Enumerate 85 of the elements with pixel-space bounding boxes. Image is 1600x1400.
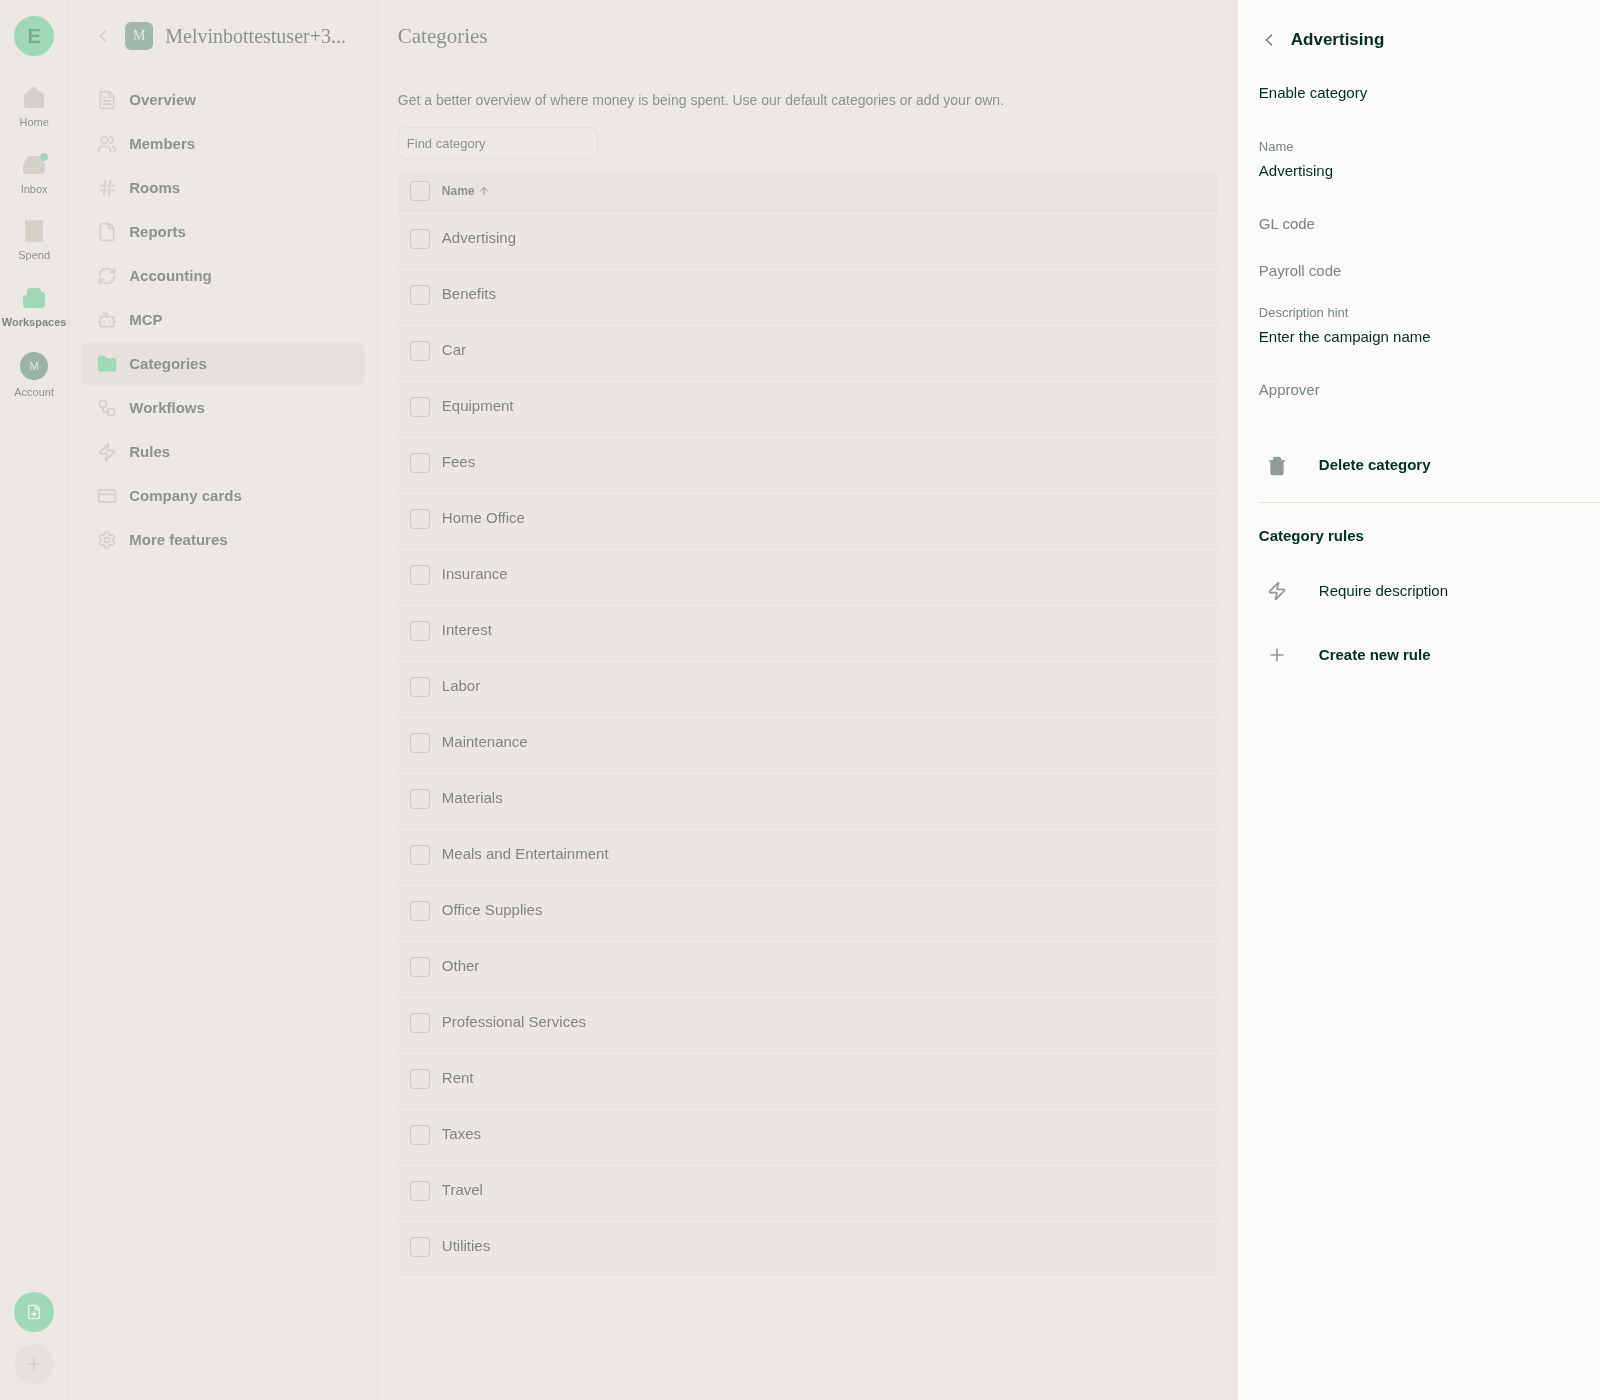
checkbox[interactable] bbox=[409, 284, 430, 305]
checkbox[interactable] bbox=[409, 620, 430, 641]
workspace-avatar: M bbox=[125, 22, 154, 50]
checkbox[interactable] bbox=[409, 1124, 430, 1145]
sidebar-item[interactable]: Company cards bbox=[81, 474, 365, 518]
category-name: Equipment bbox=[441, 396, 514, 417]
enable-category-label: Enable category bbox=[1258, 83, 1369, 103]
category-name: Fees bbox=[441, 452, 476, 473]
rail-item[interactable]: Spend bbox=[0, 219, 69, 264]
sidebar-item[interactable]: MCP bbox=[81, 298, 365, 342]
create-rule-button[interactable]: Create new rule bbox=[1258, 623, 1600, 687]
checkbox[interactable] bbox=[409, 340, 430, 361]
page-description: Get a better overview of where money is being spent. Use our default categories or add your own. bbox=[397, 91, 1005, 110]
nav-icon bbox=[97, 530, 118, 550]
checkbox[interactable] bbox=[409, 844, 430, 865]
category-name: Utilities bbox=[441, 1236, 491, 1257]
panel-title: Advertising bbox=[1290, 29, 1385, 52]
delete-category-button[interactable]: Delete category bbox=[1258, 441, 1439, 490]
nav-icon bbox=[97, 266, 118, 286]
category-name: Other bbox=[441, 956, 480, 977]
checkbox[interactable] bbox=[409, 788, 430, 809]
sidebar-item[interactable]: Accounting bbox=[81, 254, 365, 298]
category-name: Professional Services bbox=[441, 1012, 587, 1033]
checkbox[interactable] bbox=[409, 564, 430, 585]
category-name: Rent bbox=[441, 1068, 474, 1089]
rule-item[interactable]: Require description bbox=[1258, 559, 1600, 623]
nav-icon bbox=[97, 486, 118, 506]
nav-icon bbox=[97, 310, 118, 330]
receipt-plus-icon bbox=[26, 1304, 43, 1320]
add-button[interactable] bbox=[14, 1344, 55, 1384]
nav-icon bbox=[97, 134, 118, 154]
column-header[interactable]: Name bbox=[441, 181, 491, 200]
rail-item[interactable]: Inbox bbox=[0, 152, 69, 197]
nav-icon bbox=[97, 398, 118, 418]
checkbox[interactable] bbox=[409, 900, 430, 921]
category-name: Materials bbox=[441, 788, 503, 809]
checkbox[interactable] bbox=[409, 508, 430, 529]
nav-icon bbox=[97, 442, 118, 462]
section-title: Category rules bbox=[1258, 525, 1365, 546]
category-name: Car bbox=[441, 340, 466, 361]
rail-item[interactable]: M Account bbox=[0, 352, 69, 401]
page-title: Categories bbox=[397, 23, 489, 50]
category-name: Travel bbox=[441, 1180, 483, 1201]
sidebar-item[interactable]: Members bbox=[81, 122, 365, 166]
checkbox[interactable] bbox=[409, 180, 430, 201]
lightning-icon bbox=[1266, 581, 1287, 601]
category-name: Interest bbox=[441, 620, 492, 641]
checkbox[interactable] bbox=[409, 1068, 430, 1089]
sidebar-item[interactable]: Workflows bbox=[81, 386, 365, 430]
checkbox[interactable] bbox=[409, 1012, 430, 1033]
workspace-name: Melvinbottestuser+3... bbox=[165, 24, 346, 49]
category-name: Home Office bbox=[441, 508, 525, 529]
avatar: M bbox=[20, 352, 49, 380]
nav-icon bbox=[97, 90, 118, 110]
trash-icon bbox=[1266, 455, 1287, 476]
category-name: Maintenance bbox=[441, 732, 528, 753]
category-name: Office Supplies bbox=[441, 900, 543, 921]
checkbox[interactable] bbox=[409, 228, 430, 249]
sidebar-item[interactable]: Rules bbox=[81, 430, 365, 474]
rail-item[interactable]: Workspaces bbox=[0, 285, 69, 330]
category-name: Benefits bbox=[441, 284, 496, 305]
category-name: Advertising bbox=[441, 228, 516, 249]
checkbox[interactable] bbox=[409, 396, 430, 417]
rail-item[interactable]: Home bbox=[0, 86, 69, 131]
sidebar-item[interactable]: Rooms bbox=[81, 166, 365, 210]
rail-icon bbox=[22, 86, 47, 110]
rail-icon bbox=[22, 285, 47, 310]
category-name: Taxes bbox=[441, 1124, 481, 1145]
sidebar-item[interactable]: More features bbox=[81, 518, 365, 562]
search-field[interactable]: Find category bbox=[397, 127, 598, 159]
nav-icon bbox=[97, 354, 118, 374]
sidebar-item[interactable]: Overview bbox=[81, 78, 365, 122]
new-expense-button[interactable] bbox=[14, 1292, 55, 1332]
category-name: Labor bbox=[441, 676, 481, 697]
checkbox[interactable] bbox=[409, 1236, 430, 1257]
checkbox[interactable] bbox=[409, 452, 430, 473]
checkbox[interactable] bbox=[409, 956, 430, 977]
sidebar-item[interactable]: Categories bbox=[81, 342, 365, 386]
category-name: Insurance bbox=[441, 564, 508, 585]
checkbox[interactable] bbox=[409, 676, 430, 697]
checkbox[interactable] bbox=[409, 1180, 430, 1201]
checkbox[interactable] bbox=[409, 732, 430, 753]
category-name: Meals and Entertainment bbox=[441, 844, 609, 865]
sidebar-item[interactable]: Reports bbox=[81, 210, 365, 254]
nav-icon bbox=[97, 222, 118, 242]
